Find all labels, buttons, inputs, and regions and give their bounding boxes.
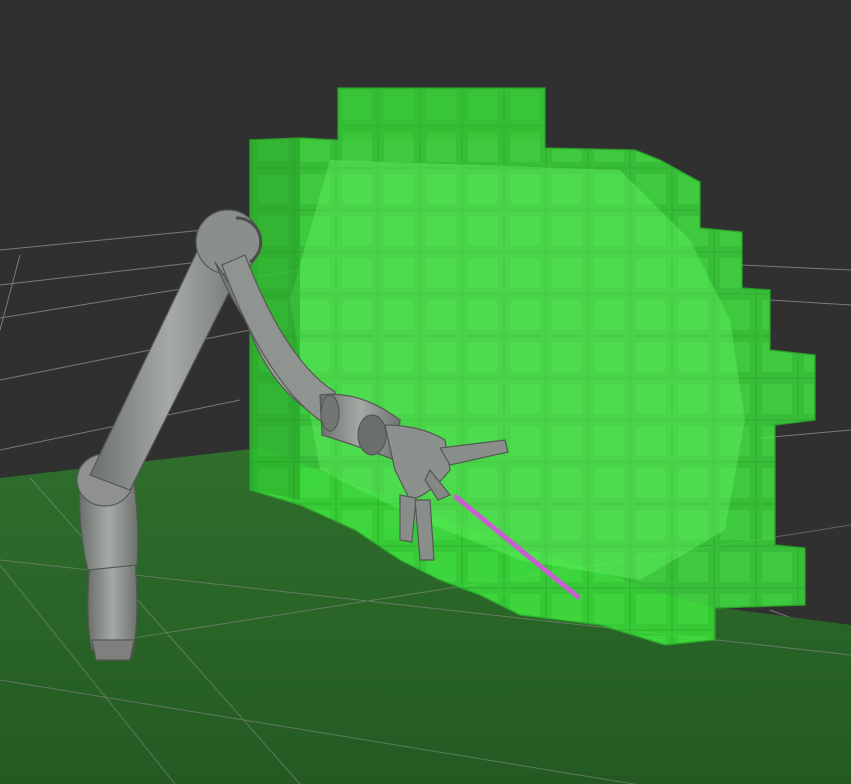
scene-canvas[interactable]	[0, 0, 851, 784]
3d-viewport[interactable]	[0, 0, 851, 784]
